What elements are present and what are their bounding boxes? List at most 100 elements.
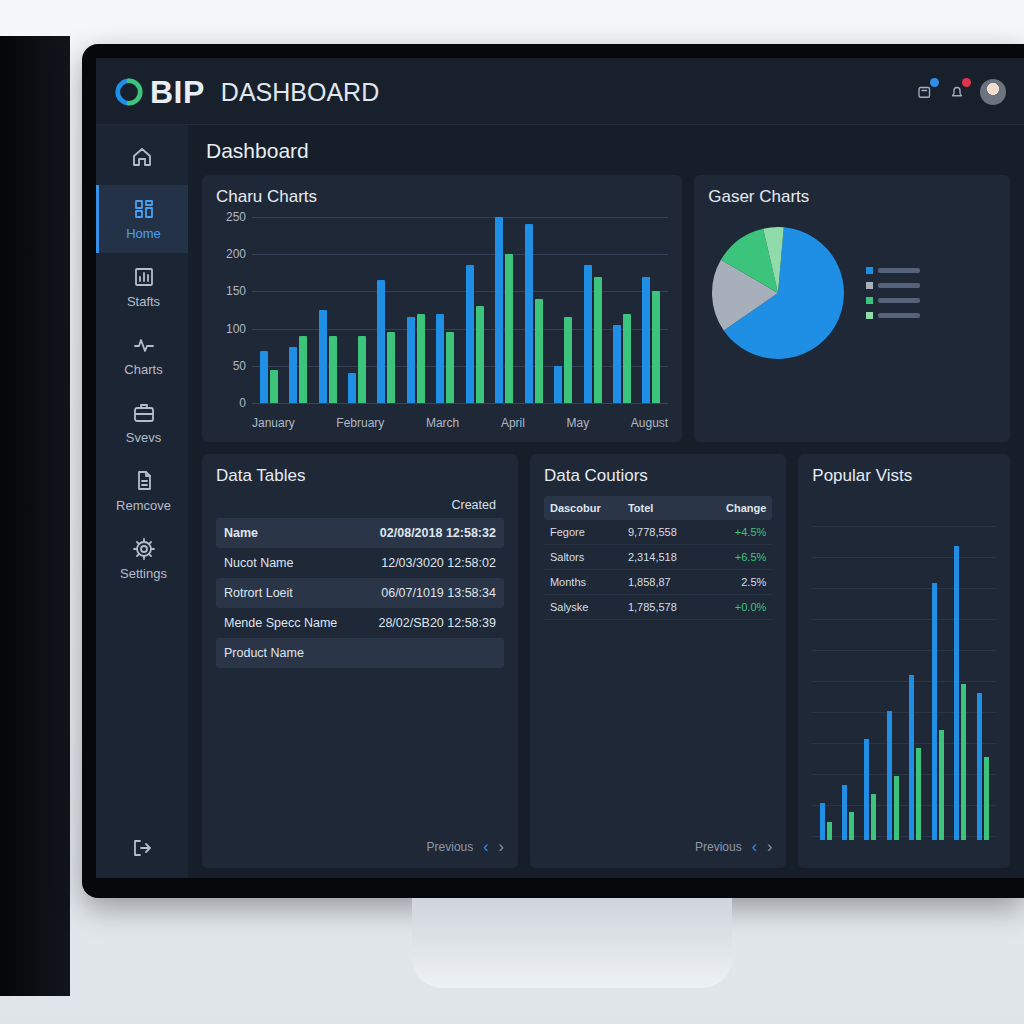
bar[interactable]: [476, 306, 484, 403]
notification-icon[interactable]: [916, 83, 934, 101]
sidebar-item[interactable]: Remcove: [96, 457, 188, 525]
bar[interactable]: [260, 351, 268, 403]
bar[interactable]: [564, 317, 572, 403]
bar-group: [285, 217, 310, 403]
next-arrow[interactable]: ›: [499, 838, 504, 856]
bar[interactable]: [505, 254, 513, 403]
sidebar-item[interactable]: Charts: [96, 321, 188, 389]
bar-group: [521, 217, 546, 403]
bar[interactable]: [961, 684, 966, 840]
counter-row[interactable]: Saltors2,314,518+6.5%: [544, 545, 772, 570]
prev-arrow[interactable]: ‹: [752, 838, 757, 856]
sidebar-item[interactable]: Home: [96, 185, 188, 253]
bar[interactable]: [984, 757, 989, 840]
bar[interactable]: [827, 822, 832, 840]
bar[interactable]: [446, 332, 454, 403]
bell-badge: [962, 78, 971, 87]
bar-group: [951, 502, 969, 840]
bar[interactable]: [377, 280, 385, 403]
bar[interactable]: [348, 373, 356, 403]
sidebar: HomeStaftsChartsSvevs Remcove Settings: [96, 125, 188, 878]
house-icon[interactable]: [130, 145, 154, 169]
bar[interactable]: [594, 277, 602, 403]
bar-group: [550, 217, 575, 403]
sidebar-item[interactable]: Settings: [96, 525, 188, 593]
bell-icon[interactable]: [948, 83, 966, 101]
bar[interactable]: [916, 748, 921, 840]
counter-cell: 9,778,558: [628, 526, 709, 538]
gear-icon: [132, 537, 156, 561]
bar-group: [374, 217, 399, 403]
bar[interactable]: [820, 803, 825, 840]
bar[interactable]: [299, 336, 307, 403]
counters-card: Data CoutiorsDascoburTotelChangeFegore9,…: [530, 454, 786, 868]
bar[interactable]: [623, 314, 631, 403]
table-row[interactable]: Nucot Name12/03/3020 12:58:02: [216, 548, 504, 578]
table-row[interactable]: Product Name: [216, 638, 504, 668]
table-body: Name 02/08/2018 12:58:32 Nucot Name12/03/3…: [216, 518, 504, 668]
bar[interactable]: [495, 217, 503, 403]
bar[interactable]: [894, 776, 899, 840]
bar[interactable]: [466, 265, 474, 403]
sidebar-item[interactable]: Stafts: [96, 253, 188, 321]
bar[interactable]: [329, 336, 337, 403]
bar[interactable]: [525, 224, 533, 403]
bar[interactable]: [887, 711, 892, 840]
previous-button[interactable]: Previous: [695, 840, 742, 854]
bar-group: [580, 217, 605, 403]
bar[interactable]: [842, 785, 847, 840]
bar[interactable]: [319, 310, 327, 403]
legend-label-line: [878, 298, 920, 303]
bar[interactable]: [932, 583, 937, 840]
table-cell: Nucot Name: [224, 556, 293, 570]
bar[interactable]: [358, 336, 366, 403]
bar[interactable]: [613, 325, 621, 403]
bar[interactable]: [871, 794, 876, 840]
bar[interactable]: [417, 314, 425, 403]
table-row[interactable]: Mende Specc Name28/02/SB20 12:58:39: [216, 608, 504, 638]
bar-group: [906, 502, 924, 840]
bar[interactable]: [535, 299, 543, 403]
user-area: [916, 79, 1006, 105]
bar[interactable]: [864, 739, 869, 840]
bar[interactable]: [652, 291, 660, 403]
counters-header: DascoburTotelChange: [544, 496, 772, 520]
bar[interactable]: [954, 546, 959, 840]
sidebar-item[interactable]: Svevs: [96, 389, 188, 457]
grid-icon: [132, 197, 156, 221]
table-cell: 02/08/2018 12:58:32: [380, 526, 496, 540]
bar[interactable]: [270, 370, 278, 403]
bar[interactable]: [407, 317, 415, 403]
app-body: HomeStaftsChartsSvevsRemcoveSettingsDash…: [96, 125, 1024, 878]
avatar[interactable]: [980, 79, 1006, 105]
next-arrow[interactable]: ›: [767, 838, 772, 856]
legend-swatch: [866, 297, 873, 304]
bar[interactable]: [584, 265, 592, 403]
plot: [252, 217, 668, 404]
bar[interactable]: [939, 730, 944, 840]
counter-row[interactable]: Fegore9,778,558+4.5%: [544, 520, 772, 545]
bar[interactable]: [977, 693, 982, 840]
table-row[interactable]: Rotrort Loeit06/07/1019 13:58:34: [216, 578, 504, 608]
bar[interactable]: [436, 314, 444, 403]
pie-slice[interactable]: [763, 227, 784, 293]
sidebar-label: Remcove: [116, 498, 171, 513]
logo[interactable]: BIPDASHBOARD: [114, 74, 379, 111]
counter-row[interactable]: Months1,858,872.5%: [544, 570, 772, 595]
bar[interactable]: [289, 347, 297, 403]
counter-row[interactable]: Salyske1,785,578+0.0%: [544, 595, 772, 620]
table-row[interactable]: Name 02/08/2018 12:58:32: [216, 518, 504, 548]
column-header: Dascobur: [550, 502, 624, 514]
bar[interactable]: [642, 277, 650, 403]
bar[interactable]: [554, 366, 562, 403]
table-cell: Name: [224, 526, 258, 540]
bar[interactable]: [387, 332, 395, 403]
bar[interactable]: [909, 675, 914, 840]
bar[interactable]: [849, 812, 854, 840]
pulse-icon: [132, 333, 156, 357]
prev-arrow[interactable]: ‹: [483, 838, 488, 856]
legend-item: [866, 312, 920, 319]
table-cell: Rotrort Loeit: [224, 586, 293, 600]
logout-icon[interactable]: [130, 836, 154, 860]
previous-button[interactable]: Previous: [427, 840, 474, 854]
